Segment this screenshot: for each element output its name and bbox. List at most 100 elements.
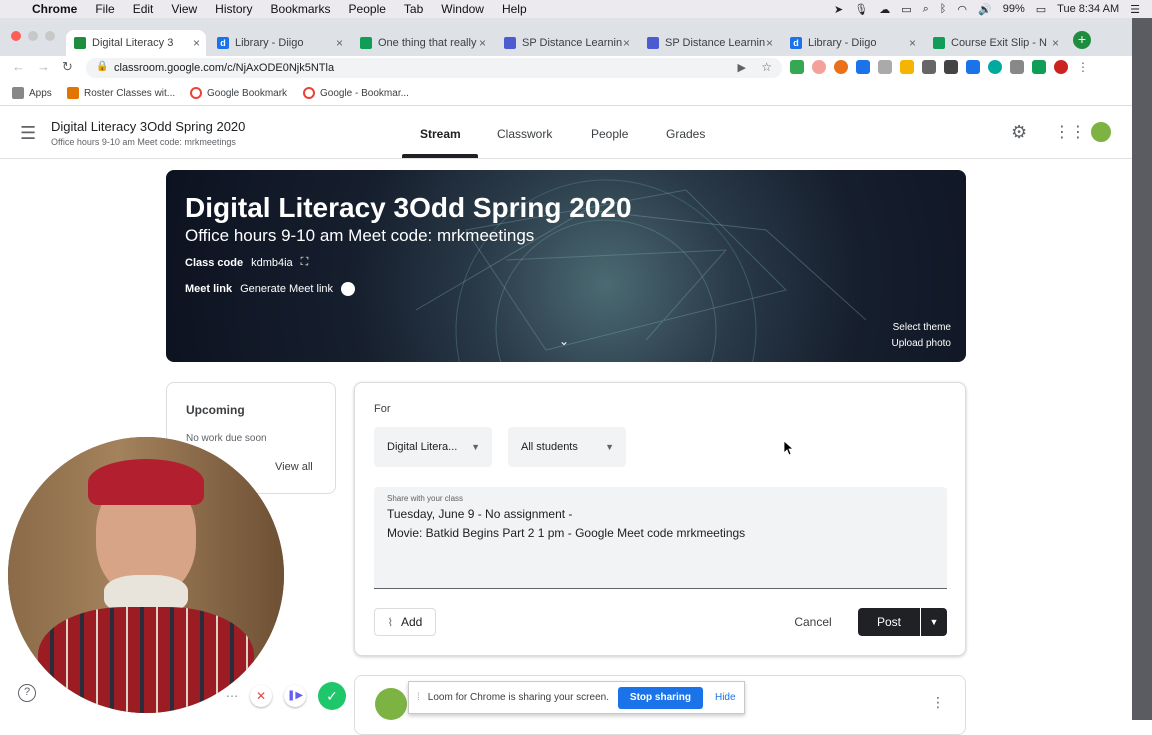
extension-icon[interactable] bbox=[988, 60, 1002, 74]
generate-meet-link[interactable]: Generate Meet link bbox=[240, 283, 333, 295]
tab-grades[interactable]: Grades bbox=[666, 127, 705, 141]
chevron-down-icon[interactable]: ⌄ bbox=[559, 334, 569, 348]
cancel-button[interactable]: Cancel bbox=[780, 608, 846, 636]
menu-edit[interactable]: Edit bbox=[133, 2, 154, 16]
browser-tab[interactable]: SP Distance Learning × bbox=[639, 30, 779, 56]
microphone-icon[interactable]: 🎙 bbox=[854, 3, 868, 16]
browser-tab[interactable]: d Library - Diigo × bbox=[209, 30, 349, 56]
star-icon[interactable]: ☆ bbox=[761, 60, 772, 74]
webcam-bubble[interactable] bbox=[8, 437, 284, 713]
forward-icon[interactable]: → bbox=[37, 59, 50, 74]
announcement-textarea[interactable]: Share with your class Tuesday, June 9 - … bbox=[374, 487, 947, 589]
extension-icon[interactable] bbox=[966, 60, 980, 74]
tab-stream[interactable]: Stream bbox=[420, 127, 461, 141]
clock[interactable]: Tue 8:34 AM bbox=[1057, 3, 1119, 15]
location-icon[interactable]: ➤ bbox=[834, 3, 843, 16]
cloud-icon[interactable]: ☁ bbox=[879, 3, 890, 16]
extension-icon[interactable] bbox=[900, 60, 914, 74]
extension-icon[interactable] bbox=[1032, 60, 1046, 74]
battery-icon[interactable]: ▭ bbox=[1036, 3, 1046, 16]
close-tab-icon[interactable]: × bbox=[1052, 36, 1059, 50]
omnibox[interactable]: 🔒 classroom.google.com/c/NjAxODE0Njk5NTl… bbox=[86, 58, 782, 78]
wifi-icon[interactable]: ◠ bbox=[957, 3, 967, 16]
browser-tab[interactable]: SP Distance Learning × bbox=[496, 30, 636, 56]
settings-gear-icon[interactable]: ⚙ bbox=[1011, 122, 1027, 143]
class-title-block[interactable]: Digital Literacy 3Odd Spring 2020 Office… bbox=[51, 119, 245, 147]
classroom-header: ☰ Digital Literacy 3Odd Spring 2020 Offi… bbox=[0, 107, 1132, 159]
browser-tab[interactable]: d Library - Diigo × bbox=[782, 30, 922, 56]
apps-grid-icon[interactable]: ⋮⋮ bbox=[1054, 122, 1086, 142]
extension-icon[interactable] bbox=[878, 60, 892, 74]
menu-help[interactable]: Help bbox=[502, 2, 527, 16]
bookmark-roster-classes[interactable]: Roster Classes wit... bbox=[67, 87, 175, 99]
reload-icon[interactable]: ↻ bbox=[62, 59, 73, 75]
extension-icon[interactable] bbox=[944, 60, 958, 74]
tab-classwork[interactable]: Classwork bbox=[497, 127, 552, 141]
hide-button[interactable]: Hide bbox=[715, 692, 736, 703]
extension-icon[interactable] bbox=[790, 60, 804, 74]
class-select[interactable]: Digital Litera... ▼ bbox=[374, 427, 492, 467]
post-options-dropdown[interactable]: ▼ bbox=[921, 608, 947, 636]
browser-tab[interactable]: Course Exit Slip - N × bbox=[925, 30, 1065, 56]
menu-dots-icon[interactable]: ⋮ bbox=[1076, 60, 1090, 74]
close-window-icon[interactable] bbox=[11, 31, 21, 41]
menu-people[interactable]: People bbox=[349, 2, 386, 16]
lock-icon[interactable]: 🔒 bbox=[96, 61, 108, 72]
menu-file[interactable]: File bbox=[95, 2, 114, 16]
extension-icon[interactable] bbox=[812, 60, 826, 74]
upload-photo-link[interactable]: Upload photo bbox=[892, 336, 952, 352]
browser-tab[interactable]: Digital Literacy 3 × bbox=[66, 30, 206, 56]
loom-pause-icon[interactable]: ❚▶ bbox=[284, 685, 306, 707]
browser-tab[interactable]: One thing that really × bbox=[352, 30, 492, 56]
screen-icon[interactable]: ▭ bbox=[901, 3, 911, 16]
bookmark-google-bookmark[interactable]: Google Bookmark bbox=[190, 87, 287, 99]
students-select[interactable]: All students ▼ bbox=[508, 427, 626, 467]
menu-view[interactable]: View bbox=[171, 2, 197, 16]
bookmark-google-bookmarks[interactable]: Google - Bookmar... bbox=[303, 87, 409, 99]
extension-icon[interactable] bbox=[1054, 60, 1068, 74]
drag-handle-icon[interactable]: ⁞ bbox=[417, 692, 420, 703]
extension-icon[interactable] bbox=[834, 60, 848, 74]
bookmark-apps[interactable]: Apps bbox=[12, 87, 52, 99]
spotlight-icon[interactable]: ⌕ bbox=[923, 3, 929, 16]
zoom-window-icon[interactable] bbox=[45, 31, 55, 41]
loom-finish-icon[interactable]: ✓ bbox=[318, 682, 346, 710]
help-icon[interactable]: ? bbox=[18, 684, 36, 702]
menu-window[interactable]: Window bbox=[441, 2, 484, 16]
loom-cancel-icon[interactable]: ✕ bbox=[250, 685, 272, 707]
close-tab-icon[interactable]: × bbox=[193, 36, 200, 50]
close-tab-icon[interactable]: × bbox=[909, 36, 916, 50]
add-attachment-button[interactable]: ⌇ Add bbox=[374, 608, 436, 636]
close-tab-icon[interactable]: × bbox=[766, 36, 773, 50]
back-icon[interactable]: ← bbox=[12, 59, 25, 74]
main-menu-icon[interactable]: ☰ bbox=[20, 123, 36, 144]
volume-icon[interactable]: 🔊 bbox=[978, 3, 992, 16]
avatar[interactable] bbox=[1089, 120, 1113, 144]
class-code-value[interactable]: kdmb4ia bbox=[251, 257, 293, 269]
tab-people[interactable]: People bbox=[591, 127, 628, 141]
close-tab-icon[interactable]: × bbox=[623, 36, 630, 50]
url-text[interactable]: classroom.google.com/c/NjAxODE0Njk5NTla bbox=[114, 62, 334, 74]
more-options-icon[interactable]: ⋮ bbox=[931, 694, 945, 711]
close-tab-icon[interactable]: × bbox=[336, 36, 343, 50]
list-icon[interactable]: ☰ bbox=[1130, 3, 1140, 16]
fullscreen-icon[interactable]: ⛶ bbox=[301, 256, 309, 269]
camera-icon[interactable]: ▶ bbox=[738, 61, 746, 74]
menu-app-name[interactable]: Chrome bbox=[32, 2, 77, 16]
extension-icon[interactable] bbox=[922, 60, 936, 74]
new-tab-icon[interactable]: + bbox=[1073, 31, 1091, 49]
battery-percent[interactable]: 99% bbox=[1003, 3, 1025, 15]
drag-handle-icon[interactable]: ⋯ bbox=[226, 689, 238, 703]
select-theme-link[interactable]: Select theme bbox=[892, 320, 951, 336]
bluetooth-icon[interactable]: ᛒ bbox=[940, 3, 947, 15]
extension-icon[interactable] bbox=[1010, 60, 1024, 74]
close-tab-icon[interactable]: × bbox=[479, 36, 486, 50]
stop-sharing-button[interactable]: Stop sharing bbox=[617, 686, 703, 709]
menu-tab[interactable]: Tab bbox=[404, 2, 423, 16]
menu-bookmarks[interactable]: Bookmarks bbox=[271, 2, 331, 16]
meet-icon[interactable] bbox=[341, 282, 356, 296]
minimize-window-icon[interactable] bbox=[28, 31, 38, 41]
post-button[interactable]: Post bbox=[858, 608, 920, 636]
extension-icon[interactable] bbox=[856, 60, 870, 74]
menu-history[interactable]: History bbox=[215, 2, 252, 16]
